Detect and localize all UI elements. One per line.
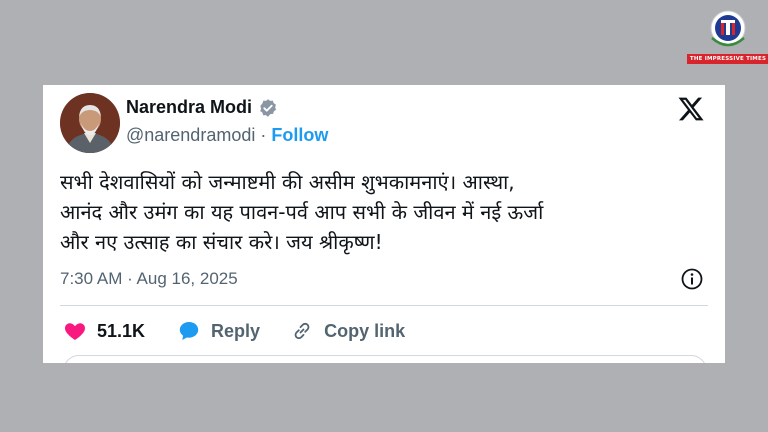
avatar-image xyxy=(60,93,120,153)
author-handle[interactable]: @narendramodi xyxy=(126,125,255,145)
tweet-line-2: आनंद और उमंग का यह पावन-पर्व आप सभी के ज… xyxy=(60,200,544,224)
x-logo-icon[interactable] xyxy=(676,95,706,123)
publisher-name: THE IMPRESSIVE TIMES xyxy=(686,54,768,64)
info-icon[interactable] xyxy=(680,267,704,291)
author-name-row: Narendra Modi xyxy=(126,97,278,118)
handle-row: @narendramodi · Follow xyxy=(126,125,328,146)
like-count: 51.1K xyxy=(97,320,146,341)
reply-bubble-icon xyxy=(179,322,199,340)
read-replies-button[interactable] xyxy=(63,355,707,363)
handle-separator: · xyxy=(255,125,272,145)
tweet-time[interactable]: 7:30 AM xyxy=(60,269,122,288)
copy-link-button[interactable]: Copy link xyxy=(290,319,405,343)
timestamp-separator: · xyxy=(122,269,137,288)
author-name[interactable]: Narendra Modi xyxy=(126,97,252,118)
reply-label: Reply xyxy=(211,320,261,341)
copy-link-label: Copy link xyxy=(324,320,406,341)
publisher-logo: THE IMPRESSIVE TIMES xyxy=(686,8,768,72)
tweet-body: सभी देशवासियों को जन्माष्टमी की असीम शुभ… xyxy=(60,167,710,257)
tweet-date[interactable]: Aug 16, 2025 xyxy=(137,269,238,288)
tweet-line-1: सभी देशवासियों को जन्माष्टमी की असीम शुभ… xyxy=(60,170,515,194)
publisher-emblem-icon xyxy=(710,10,746,47)
divider xyxy=(60,305,708,306)
follow-button[interactable]: Follow xyxy=(271,125,328,145)
tweet-line-3: और नए उत्साह का संचार करे। जय श्रीकृष्ण! xyxy=(60,230,383,254)
link-icon xyxy=(294,322,310,340)
tweet-card: Narendra Modi @narendramodi · Follow सभी… xyxy=(43,85,725,363)
author-avatar[interactable] xyxy=(60,93,120,153)
like-button[interactable]: 51.1K xyxy=(63,319,145,343)
heart-icon xyxy=(64,323,86,340)
action-bar: 51.1K Reply Copy link xyxy=(63,319,405,343)
tweet-timestamp[interactable]: 7:30 AM · Aug 16, 2025 xyxy=(60,269,238,289)
reply-button[interactable]: Reply xyxy=(177,319,260,343)
verified-badge-icon xyxy=(260,98,277,117)
